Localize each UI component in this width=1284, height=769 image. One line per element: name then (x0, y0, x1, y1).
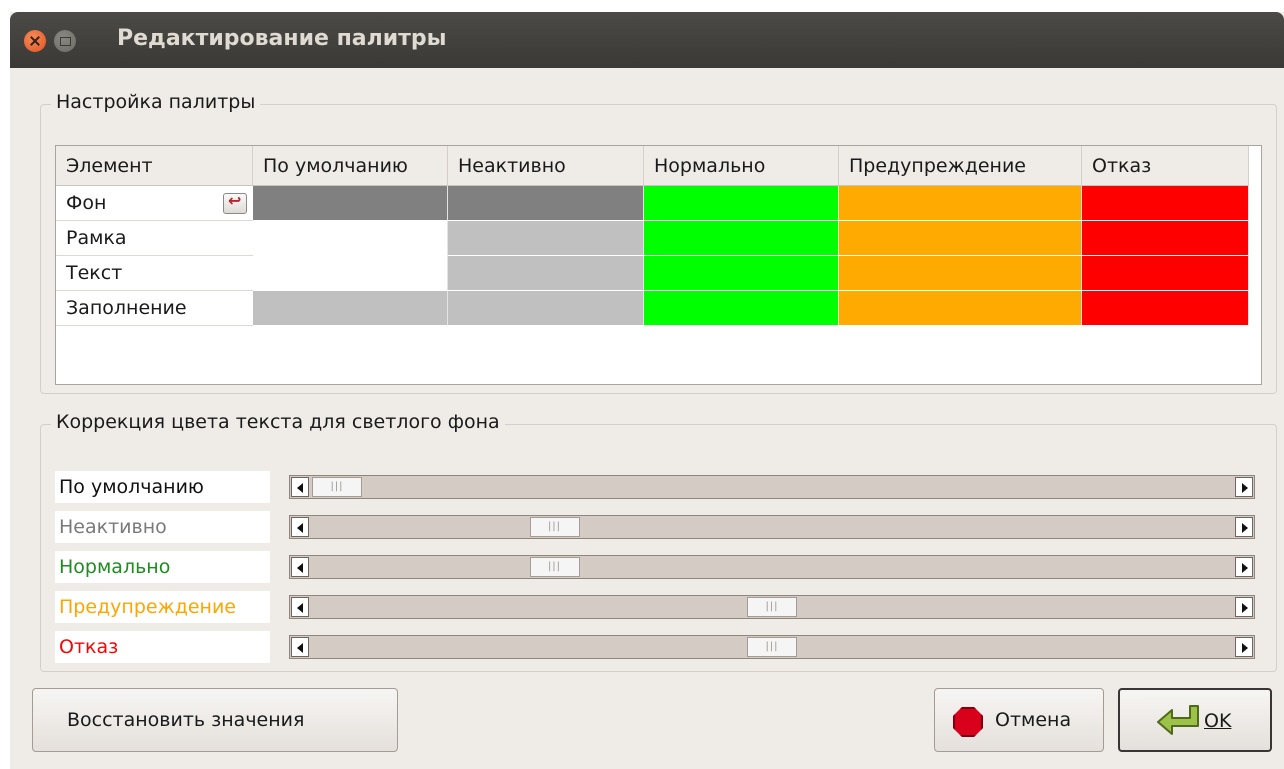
color-cell[interactable] (644, 221, 839, 256)
column-header[interactable]: Отказ (1082, 146, 1249, 186)
cancel-label: Отмена (995, 709, 1072, 731)
correction-slider[interactable] (289, 635, 1255, 659)
column-header[interactable]: Предупреждение (839, 146, 1082, 186)
slider-thumb[interactable] (747, 637, 797, 657)
column-header[interactable]: Элемент (56, 146, 253, 186)
stop-icon (953, 707, 983, 737)
palette-settings-title: Настройка палитры (51, 91, 261, 113)
color-cell[interactable] (448, 291, 644, 326)
scroll-left-icon[interactable] (291, 477, 309, 497)
scroll-right-icon[interactable] (1235, 637, 1253, 657)
slider-thumb[interactable] (529, 557, 580, 577)
ok-label: OK (1204, 710, 1232, 732)
correction-slider[interactable] (289, 555, 1255, 579)
color-cell[interactable] (253, 291, 448, 326)
color-cell[interactable] (644, 186, 839, 221)
color-cell[interactable] (253, 186, 448, 221)
slider-label: Отказ (55, 631, 270, 663)
slider-thumb[interactable] (529, 517, 580, 537)
color-cell[interactable] (839, 291, 1082, 326)
close-icon[interactable] (24, 30, 46, 52)
title-bar: Редактирование палитры (10, 12, 1284, 68)
scroll-right-icon[interactable] (1235, 557, 1253, 577)
correction-slider[interactable] (289, 515, 1255, 539)
text-correction-group: Коррекция цвета текста для светлого фона… (40, 411, 1277, 672)
window-title: Редактирование палитры (117, 26, 447, 51)
row-label: Заполнение (56, 291, 253, 326)
column-header[interactable]: По умолчанию (253, 146, 448, 186)
slider-label: Нормально (55, 551, 270, 583)
scroll-left-icon[interactable] (291, 637, 309, 657)
color-cell[interactable] (1082, 186, 1249, 221)
color-cell[interactable] (839, 186, 1082, 221)
cancel-button[interactable]: Отмена (934, 688, 1104, 752)
scroll-left-icon[interactable] (291, 597, 309, 617)
ok-button[interactable]: OK (1118, 688, 1272, 752)
color-cell[interactable] (448, 256, 644, 291)
scroll-right-icon[interactable] (1235, 517, 1253, 537)
scroll-right-icon[interactable] (1235, 597, 1253, 617)
color-cell[interactable] (253, 221, 448, 256)
slider-label: По умолчанию (55, 471, 270, 503)
color-cell[interactable] (253, 256, 448, 291)
color-cell[interactable] (448, 221, 644, 256)
undo-icon[interactable] (223, 191, 247, 214)
color-cell[interactable] (1082, 221, 1249, 256)
color-cell[interactable] (1082, 256, 1249, 291)
color-cell[interactable] (839, 256, 1082, 291)
slider-thumb[interactable] (312, 477, 362, 497)
palette-dialog: Редактирование палитры Настройка палитры… (10, 12, 1284, 769)
restore-defaults-label: Восстановить значения (67, 709, 305, 731)
column-header[interactable]: Неактивно (448, 146, 644, 186)
maximize-icon[interactable] (54, 30, 76, 52)
color-cell[interactable] (644, 291, 839, 326)
restore-defaults-button[interactable]: Восстановить значения (32, 688, 398, 752)
scroll-right-icon[interactable] (1235, 477, 1253, 497)
slider-thumb[interactable] (747, 597, 797, 617)
enter-arrow-icon (1157, 705, 1199, 735)
slider-label: Неактивно (55, 511, 270, 543)
color-cell[interactable] (448, 186, 644, 221)
correction-slider[interactable] (289, 595, 1255, 619)
palette-settings-group: Настройка палитры Элемент По умолчанию Неа… (40, 91, 1277, 394)
row-label: Текст (56, 256, 253, 291)
row-label: Рамка (56, 221, 253, 256)
palette-table[interactable]: Элемент По умолчанию Неактивно Нормально Пре… (55, 145, 1262, 385)
scroll-left-icon[interactable] (291, 517, 309, 537)
color-cell[interactable] (839, 221, 1082, 256)
color-cell[interactable] (644, 256, 839, 291)
correction-slider[interactable] (289, 475, 1255, 499)
color-cell[interactable] (1082, 291, 1249, 326)
scroll-left-icon[interactable] (291, 557, 309, 577)
text-correction-title: Коррекция цвета текста для светлого фона (51, 411, 505, 433)
column-header[interactable]: Нормально (644, 146, 839, 186)
slider-label: Предупреждение (55, 591, 270, 623)
